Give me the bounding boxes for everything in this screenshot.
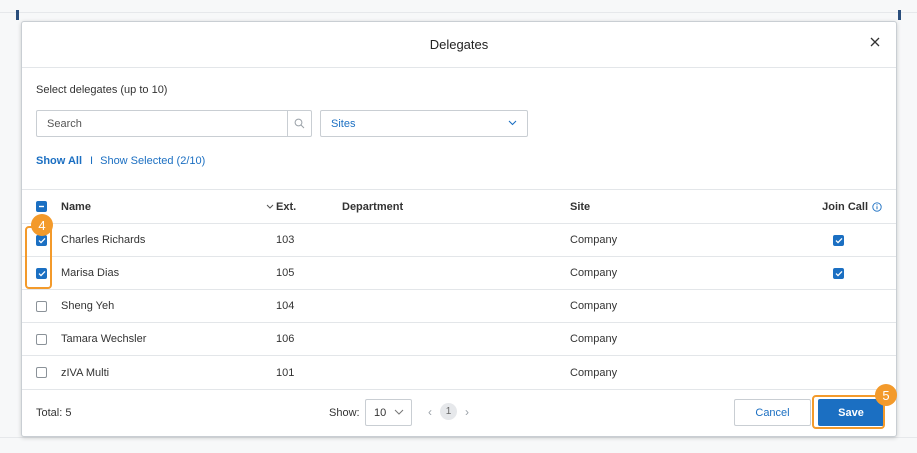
table-row[interactable]: Charles Richards 103 Company <box>22 224 896 257</box>
row-site: Company <box>570 366 618 379</box>
row-ext: 103 <box>276 234 295 246</box>
row-select-cell <box>36 356 50 389</box>
backdrop-accent <box>898 10 901 20</box>
backdrop-divider <box>0 12 917 13</box>
dialog-header: Delegates <box>22 22 896 68</box>
previous-page-icon[interactable]: ‹ <box>424 405 436 419</box>
check-icon <box>835 270 842 277</box>
row-site: Company <box>570 333 618 345</box>
dialog-subtitle: Select delegates (up to 10) <box>36 84 168 96</box>
table-row[interactable]: Marisa Dias 105 Company <box>22 257 896 290</box>
table-row[interactable]: zIVA Multi 101 Company <box>22 356 896 389</box>
chevron-down-icon <box>266 204 274 209</box>
show-label: Show: <box>329 407 360 419</box>
dialog-title: Delegates <box>429 37 489 52</box>
column-header-name[interactable]: Name <box>61 190 91 223</box>
row-ext: 101 <box>276 366 295 379</box>
next-page-icon[interactable]: › <box>461 405 473 419</box>
backdrop-divider <box>0 437 917 438</box>
chevron-down-icon <box>508 120 517 126</box>
pagination: ‹ 1 › <box>424 403 473 420</box>
delegates-table: Name Ext. Department Site Join Call Char… <box>22 189 896 389</box>
join-call-checkbox[interactable] <box>833 267 844 279</box>
search-input[interactable] <box>37 111 282 136</box>
table-header-row: Name Ext. Department Site Join Call <box>22 189 896 224</box>
row-ext: 105 <box>276 267 295 279</box>
table-row[interactable]: Sheng Yeh 104 Company <box>22 290 896 323</box>
sites-dropdown-value: Sites <box>331 118 356 130</box>
select-all-checkbox[interactable] <box>36 201 47 212</box>
row-ext: 106 <box>276 333 295 345</box>
total-count: Total: 5 <box>36 407 72 419</box>
row-select-checkbox[interactable] <box>36 300 47 312</box>
row-select-checkbox[interactable] <box>36 367 47 378</box>
page-size-value: 10 <box>374 407 387 419</box>
page-number[interactable]: 1 <box>440 403 457 420</box>
show-all-link[interactable]: Show All <box>36 155 82 167</box>
join-call-checkbox[interactable] <box>833 234 844 246</box>
search-button[interactable] <box>287 111 311 136</box>
column-header-ext: Ext. <box>276 200 297 213</box>
close-icon[interactable] <box>868 35 882 49</box>
column-header-join-call: Join Call <box>782 190 882 223</box>
join-call-cell <box>833 224 847 256</box>
show-selected-link[interactable]: Show Selected (2/10) <box>100 155 205 167</box>
dialog-footer: Total: 5 Show: 10 ‹ 1 › Cancel Save <box>22 389 896 436</box>
search-icon <box>294 118 305 129</box>
table-row[interactable]: Tamara Wechsler 106 Company <box>22 323 896 356</box>
backdrop-accent <box>16 10 19 20</box>
row-ext: 104 <box>276 300 295 312</box>
callout-badge-step-4: 4 <box>31 214 53 236</box>
sort-name-button[interactable] <box>266 190 274 223</box>
check-icon <box>835 237 842 244</box>
row-site: Company <box>570 234 618 246</box>
row-name: Charles Richards <box>61 234 146 246</box>
filter-links: Show All I Show Selected (2/10) <box>36 155 205 167</box>
column-header-department: Department <box>342 200 404 213</box>
search-box <box>36 110 312 137</box>
row-name: Tamara Wechsler <box>61 333 147 345</box>
row-select-checkbox[interactable] <box>36 333 47 345</box>
column-header-site: Site <box>570 200 591 213</box>
row-select-cell <box>36 323 50 355</box>
join-call-cell <box>833 257 847 289</box>
row-name: Sheng Yeh <box>61 300 115 312</box>
chevron-down-icon <box>394 409 404 415</box>
join-call-label: Join Call <box>822 200 868 213</box>
cancel-button[interactable]: Cancel <box>734 399 811 426</box>
row-name: Marisa Dias <box>61 267 120 279</box>
delegates-dialog: Delegates Select delegates (up to 10) Si… <box>21 21 897 437</box>
minus-icon <box>39 205 44 208</box>
filter-separator: I <box>90 155 94 167</box>
callout-highlight-save <box>812 395 885 429</box>
page-size-select[interactable]: 10 <box>365 399 412 426</box>
callout-badge-step-5: 5 <box>875 384 897 406</box>
info-icon[interactable] <box>872 201 882 212</box>
sites-dropdown[interactable]: Sites <box>320 110 528 137</box>
row-site: Company <box>570 267 618 279</box>
row-name: zIVA Multi <box>61 366 110 379</box>
row-select-cell <box>36 290 50 322</box>
row-site: Company <box>570 300 618 312</box>
